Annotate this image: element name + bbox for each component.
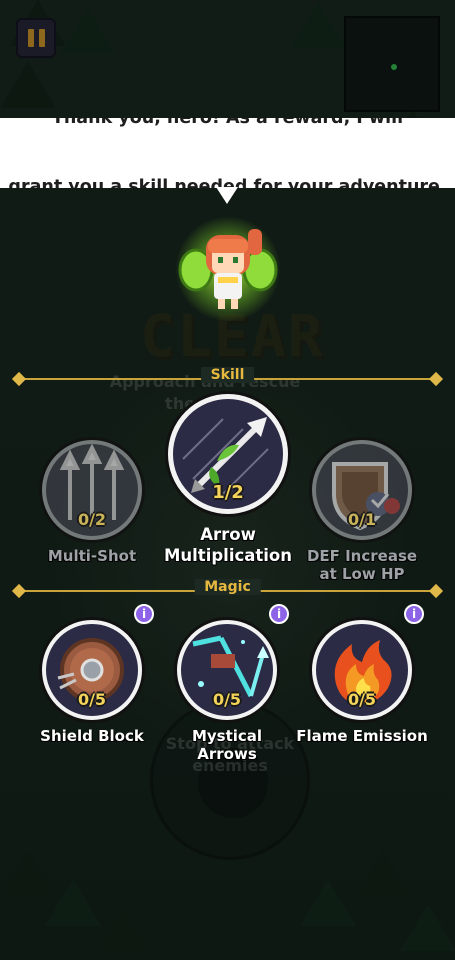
skill-card-multi-shot[interactable]: 0/2 Multi-Shot xyxy=(42,440,142,580)
fairy-character xyxy=(168,215,288,325)
magic-card-shield-block[interactable]: 0/5 Shield Block i xyxy=(40,604,154,750)
skill-name: Multi-Shot xyxy=(47,547,137,565)
skill-level-count: 0/5 xyxy=(212,690,242,709)
skill-card-arrow-multiplication[interactable]: 1/2 Arrow Multiplication xyxy=(164,394,292,574)
info-icon[interactable]: i xyxy=(269,604,289,624)
info-icon[interactable]: i xyxy=(404,604,424,624)
skill-name: Arrow Multiplication xyxy=(163,525,293,565)
skill-level-count: 0/1 xyxy=(347,510,377,529)
skill-card-def-increase[interactable]: 0/1 DEF Increase at Low HP xyxy=(307,440,417,590)
skill-name: DEF Increase at Low HP xyxy=(306,547,418,583)
skill-section-label: Skill xyxy=(200,367,255,383)
speech-line: Thank you, hero! As a reward, I will xyxy=(51,118,404,128)
fairy-sprite xyxy=(178,229,278,309)
skill-level-count: 0/5 xyxy=(77,690,107,709)
skill-name: Mystical Arrows xyxy=(191,727,263,763)
speech-bubble-tail xyxy=(216,187,238,204)
skill-name: Flame Emission xyxy=(296,727,428,745)
magic-card-flame-emission[interactable]: 0/5 Flame Emission i xyxy=(296,604,428,750)
speech-bubble: Thank you, hero! As a reward, I will gra… xyxy=(0,118,455,188)
info-icon[interactable]: i xyxy=(134,604,154,624)
skill-name: Shield Block xyxy=(40,727,144,745)
skill-section-divider: Skill xyxy=(11,367,444,389)
magic-section-label: Magic xyxy=(194,579,261,595)
magic-card-mystical-arrows[interactable]: 0/5 Mystical Arrows i xyxy=(177,604,289,770)
skill-level-count: 0/5 xyxy=(347,690,377,709)
magic-section-divider: Magic xyxy=(11,579,444,601)
skill-level-count: 1/2 xyxy=(212,482,244,503)
skill-level-count: 0/2 xyxy=(77,510,107,529)
